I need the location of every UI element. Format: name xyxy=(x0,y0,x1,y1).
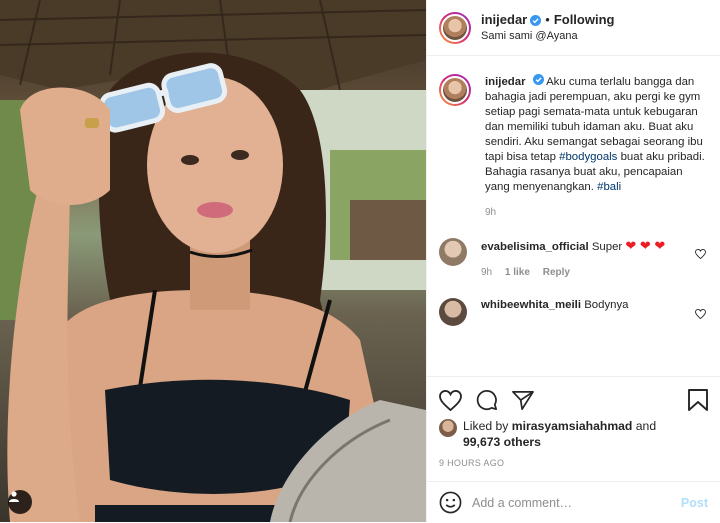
liker-avatar[interactable] xyxy=(439,419,457,437)
hashtag-bali[interactable]: #bali xyxy=(597,181,621,193)
heart-emoji: ❤ ❤ ❤ xyxy=(625,238,666,253)
post-header: inijedar • Following Sami sami @Ayana xyxy=(427,0,720,56)
post-timestamp[interactable]: 9 HOURS AGO xyxy=(439,458,504,468)
likes-others-count[interactable]: 99,673 others xyxy=(463,435,541,449)
liked-by-prefix: Liked by xyxy=(463,419,509,433)
post-comment-button[interactable]: Post xyxy=(681,496,708,510)
author-username[interactable]: inijedar xyxy=(481,12,527,28)
hashtag-bodygoals[interactable]: #bodygoals xyxy=(559,151,617,163)
location-link[interactable]: Sami sami @Ayana xyxy=(481,28,614,44)
paper-plane-icon[interactable] xyxy=(512,390,534,411)
commenter-avatar[interactable] xyxy=(439,298,467,326)
comment-text: Bodynya xyxy=(584,299,629,311)
caption-avatar[interactable] xyxy=(439,74,471,106)
commenter-avatar[interactable] xyxy=(439,238,467,266)
post-photo[interactable] xyxy=(0,0,426,522)
author-avatar[interactable] xyxy=(439,11,471,44)
comment-like-heart-icon[interactable] xyxy=(695,246,706,264)
commenter-username[interactable]: evabelisima_official xyxy=(481,241,589,253)
verified-badge-icon xyxy=(530,14,542,26)
comment-like-heart-icon[interactable] xyxy=(695,306,706,324)
heart-outline-icon[interactable] xyxy=(439,389,462,411)
comment-like-count[interactable]: 1 like xyxy=(505,267,530,278)
comment-time[interactable]: 9h xyxy=(481,267,492,278)
comment-item: evabelisima_official Super ❤ ❤ ❤ 9h 1 li… xyxy=(439,238,708,280)
action-bar xyxy=(427,380,720,420)
reply-button[interactable]: Reply xyxy=(543,267,570,278)
caption: inijedar Aku cuma terlalu bangga dan bah… xyxy=(439,74,708,220)
comment-text: Super xyxy=(591,241,623,253)
caption-username[interactable]: inijedar xyxy=(485,76,526,88)
add-comment-bar: Add a comment… Post xyxy=(427,481,720,523)
caption-text-1: Aku cuma terlalu bangga dan bahagia jadi… xyxy=(485,76,703,163)
likes-and: and xyxy=(635,419,657,433)
user-tag-button[interactable] xyxy=(8,490,32,514)
liker-username[interactable]: mirasyamsiahahmad xyxy=(512,419,633,433)
post-side-panel: inijedar • Following Sami sami @Ayana in… xyxy=(426,0,720,522)
photo-illustration xyxy=(0,0,426,522)
likes-summary: Liked by mirasyamsiahahmad and 99,673 ot… xyxy=(439,418,708,450)
separator-dot: • xyxy=(545,11,550,27)
bookmark-icon[interactable] xyxy=(688,389,708,411)
comment-item: whibeewhita_meili Bodynya xyxy=(439,298,708,326)
smiley-icon[interactable] xyxy=(439,491,462,514)
commenter-username[interactable]: whibeewhita_meili xyxy=(481,299,581,311)
add-comment-input[interactable]: Add a comment… xyxy=(472,496,681,510)
comments-list[interactable]: inijedar Aku cuma terlalu bangga dan bah… xyxy=(427,56,720,377)
following-button[interactable]: Following xyxy=(554,12,615,28)
comment-bubble-icon[interactable] xyxy=(476,389,498,411)
caption-time[interactable]: 9h xyxy=(485,207,496,218)
verified-badge-icon xyxy=(532,74,544,85)
